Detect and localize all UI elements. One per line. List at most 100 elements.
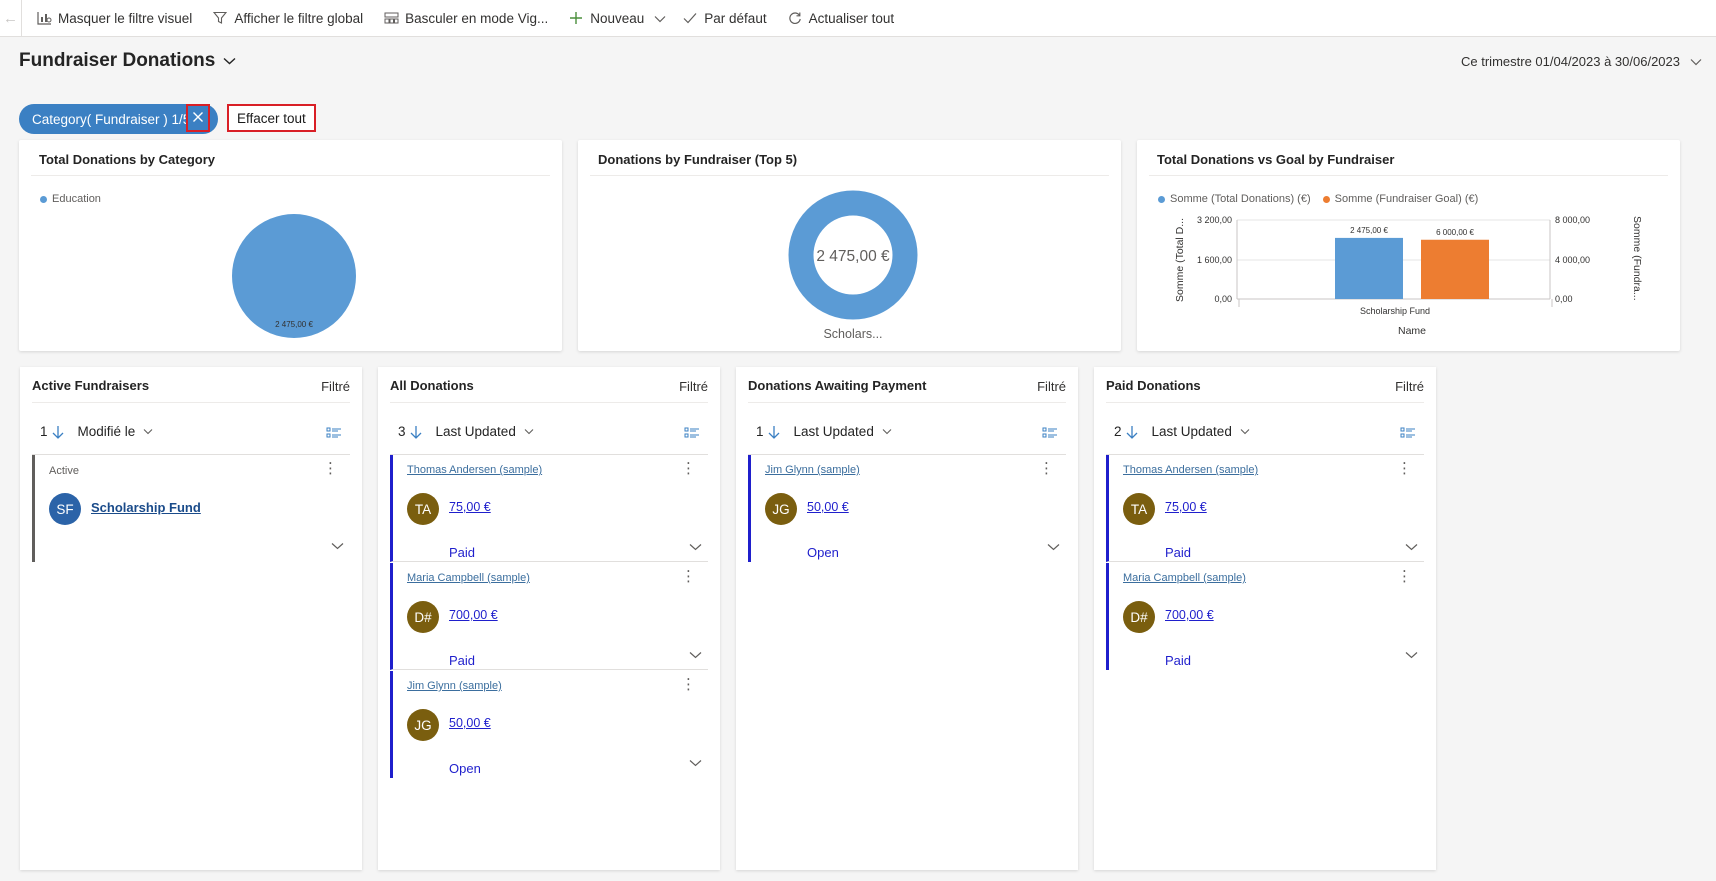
chevron-down-icon xyxy=(143,428,153,435)
list-item[interactable]: Maria Campbell (sample) ⋮ D# 700,00 € Pa… xyxy=(1106,563,1424,670)
list-item[interactable]: Jim Glynn (sample) ⋮ JG 50,00 € Open xyxy=(390,671,708,778)
remove-filter-button[interactable] xyxy=(186,104,210,132)
more-icon[interactable]: ⋮ xyxy=(681,677,696,692)
contact-link[interactable]: Maria Campbell (sample) xyxy=(1123,572,1246,584)
more-icon[interactable]: ⋮ xyxy=(1397,461,1412,476)
x-axis-title: Name xyxy=(1398,325,1426,337)
amount-link[interactable]: 700,00 € xyxy=(449,608,498,622)
more-icon[interactable]: ⋮ xyxy=(323,461,338,476)
status-text: Paid xyxy=(1165,653,1192,668)
view-options-icon[interactable] xyxy=(684,427,700,439)
sort-control[interactable]: 3 Last Updated xyxy=(398,424,534,439)
hide-visual-filter-button[interactable]: Masquer le filtre visuel xyxy=(22,0,202,37)
chevron-down-icon[interactable] xyxy=(689,651,702,659)
divider xyxy=(390,402,708,403)
visual-filter-icon xyxy=(36,10,52,26)
set-default-button[interactable]: Par défaut xyxy=(672,0,776,37)
list-item[interactable]: Thomas Andersen (sample) ⋮ TA 75,00 € Pa… xyxy=(390,455,708,562)
status-text: Paid xyxy=(449,545,476,560)
sort-descending-icon[interactable] xyxy=(768,425,780,439)
filter-icon xyxy=(212,10,228,26)
y-axis-title: Somme (Total D... xyxy=(1174,218,1186,302)
sort-control[interactable]: 2 Last Updated xyxy=(1114,424,1250,439)
fundraiser-name-link[interactable]: Scholarship Fund xyxy=(91,500,201,515)
more-icon[interactable]: ⋮ xyxy=(681,461,696,476)
amount-link[interactable]: 75,00 € xyxy=(1165,500,1207,514)
record-status-label: Active xyxy=(49,465,79,477)
contact-link[interactable]: Maria Campbell (sample) xyxy=(407,572,530,584)
more-icon[interactable]: ⋮ xyxy=(1039,461,1054,476)
sort-field-label: Modifié le xyxy=(77,424,136,439)
refresh-icon xyxy=(787,10,803,26)
sort-descending-icon[interactable] xyxy=(1126,425,1138,439)
contact-link[interactable]: Jim Glynn (sample) xyxy=(765,464,860,476)
back-arrow-icon: ← xyxy=(3,9,18,27)
chevron-down-icon[interactable] xyxy=(689,543,702,551)
panel-title: All Donations xyxy=(390,378,474,393)
amount-link[interactable]: 50,00 € xyxy=(449,716,491,730)
avatar: JG xyxy=(765,493,797,525)
filtered-label: Filtré xyxy=(1037,379,1066,394)
show-global-filter-button[interactable]: Afficher le filtre global xyxy=(202,0,373,37)
command-bar: ← Masquer le filtre visuel Afficher le f… xyxy=(0,0,1716,37)
y2-tick-label: 4 000,00 xyxy=(1555,255,1590,265)
y2-tick-label: 0,00 xyxy=(1555,294,1573,304)
back-button[interactable]: ← xyxy=(0,0,22,37)
status-text: Paid xyxy=(1165,545,1192,560)
sort-control[interactable]: 1 Last Updated xyxy=(756,424,892,439)
list-item[interactable]: Jim Glynn (sample) ⋮ JG 50,00 € Open xyxy=(748,455,1066,562)
chevron-down-icon[interactable] xyxy=(331,542,344,550)
view-options-icon[interactable] xyxy=(326,427,342,439)
chevron-down-icon[interactable] xyxy=(1405,651,1418,659)
record-count: 2 xyxy=(1114,424,1122,439)
period-selector[interactable]: Ce trimestre 01/04/2023 à 30/06/2023 xyxy=(1461,54,1702,69)
bar-fundraiser-goal[interactable] xyxy=(1421,239,1489,299)
amount-link[interactable]: 50,00 € xyxy=(807,500,849,514)
list-item[interactable]: Thomas Andersen (sample) ⋮ TA 75,00 € Pa… xyxy=(1106,455,1424,562)
donut-category-label: Scholars... xyxy=(823,327,882,341)
new-button[interactable]: Nouveau xyxy=(558,0,648,37)
dashboard-title: Fundraiser Donations xyxy=(19,50,216,71)
sort-descending-icon[interactable] xyxy=(410,425,422,439)
more-icon[interactable]: ⋮ xyxy=(681,569,696,584)
new-dropdown-button[interactable] xyxy=(648,0,672,37)
sort-control[interactable]: 1 Modifié le xyxy=(40,424,153,439)
more-icon[interactable]: ⋮ xyxy=(1397,569,1412,584)
amount-link[interactable]: 75,00 € xyxy=(449,500,491,514)
refresh-all-button[interactable]: Actualiser tout xyxy=(777,0,905,37)
contact-link[interactable]: Thomas Andersen (sample) xyxy=(1123,464,1258,476)
divider xyxy=(32,402,350,403)
chevron-down-icon[interactable] xyxy=(689,759,702,767)
chart-card-top5: Donations by Fundraiser (Top 5) 2 475,00… xyxy=(578,140,1121,351)
bar-total-donations[interactable] xyxy=(1335,237,1403,299)
sort-descending-icon[interactable] xyxy=(52,425,64,439)
tile-mode-icon xyxy=(383,10,399,26)
list-item[interactable]: Maria Campbell (sample) ⋮ D# 700,00 € Pa… xyxy=(390,563,708,670)
bar-data-label: 2 475,00 € xyxy=(1350,226,1388,235)
contact-link[interactable]: Thomas Andersen (sample) xyxy=(407,464,542,476)
chevron-down-icon xyxy=(882,428,892,435)
close-icon xyxy=(192,111,204,126)
clear-all-button[interactable]: Effacer tout xyxy=(227,104,316,132)
y-tick-label: 1 600,00 xyxy=(1197,255,1232,265)
y-tick-label: 0,00 xyxy=(1214,294,1232,304)
new-label: Nouveau xyxy=(590,10,645,26)
filtered-label: Filtré xyxy=(1395,379,1424,394)
list-item[interactable]: Active ⋮ SF Scholarship Fund xyxy=(32,455,350,562)
chevron-down-icon[interactable] xyxy=(1405,543,1418,551)
switch-tile-mode-button[interactable]: Basculer en mode Vig... xyxy=(373,0,558,37)
page-title[interactable]: Fundraiser Donations xyxy=(19,50,236,72)
panel-all-donations: All Donations Filtré 3 Last Updated Thom… xyxy=(378,367,720,870)
set-default-label: Par défaut xyxy=(704,10,767,26)
chevron-down-icon[interactable] xyxy=(1047,543,1060,551)
avatar: JG xyxy=(407,709,439,741)
amount-link[interactable]: 700,00 € xyxy=(1165,608,1214,622)
filtered-label: Filtré xyxy=(321,379,350,394)
status-text: Open xyxy=(449,761,481,776)
filter-chip-label: Category( Fundraiser ) 1/5 xyxy=(32,111,191,127)
contact-link[interactable]: Jim Glynn (sample) xyxy=(407,680,502,692)
view-options-icon[interactable] xyxy=(1400,427,1416,439)
view-options-icon[interactable] xyxy=(1042,427,1058,439)
y2-axis-title: Somme (Fundra... xyxy=(1631,216,1643,301)
bar-series: 2 475,00 € 6 000,00 € xyxy=(1335,226,1489,299)
